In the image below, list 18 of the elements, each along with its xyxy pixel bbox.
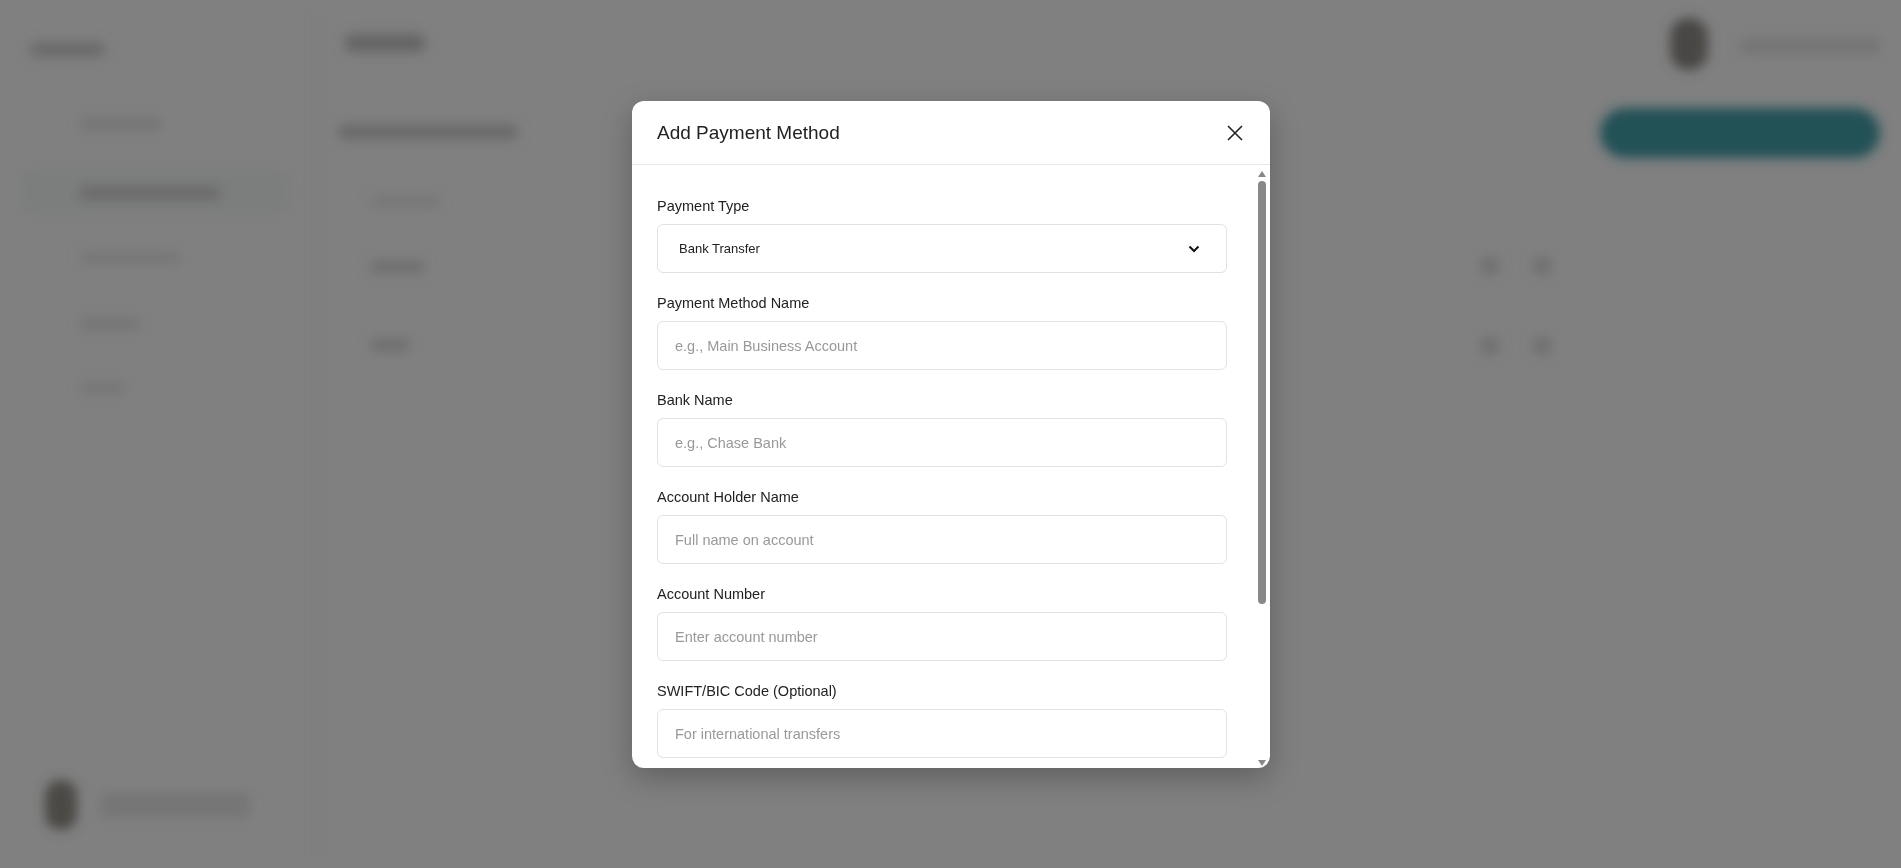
input-field[interactable]: e.g., Main Business Account xyxy=(657,321,1227,370)
field-label: SWIFT/BIC Code (Optional) xyxy=(657,682,838,701)
close-icon xyxy=(1227,124,1243,141)
input-field[interactable]: For international transfers xyxy=(657,709,1227,758)
field-label: Payment Method Name xyxy=(657,294,811,313)
input-field[interactable]: Full name on account xyxy=(657,515,1227,564)
scroll-down-arrow-icon[interactable] xyxy=(1258,760,1266,766)
input-field[interactable]: Enter account number xyxy=(657,612,1227,661)
scroll-up-arrow-icon[interactable] xyxy=(1258,171,1266,177)
input-field[interactable]: e.g., Chase Bank xyxy=(657,418,1227,467)
field-label: Bank Name xyxy=(657,391,734,410)
chevron-down-icon xyxy=(1188,244,1200,253)
field-label: Account Holder Name xyxy=(657,488,800,507)
dialog-title: Add Payment Method xyxy=(657,121,840,144)
close-button[interactable] xyxy=(1225,122,1245,143)
select-field[interactable]: Bank Transfer xyxy=(657,224,1227,273)
field-label: Payment Type xyxy=(657,197,751,216)
field-label: Account Number xyxy=(657,585,766,604)
